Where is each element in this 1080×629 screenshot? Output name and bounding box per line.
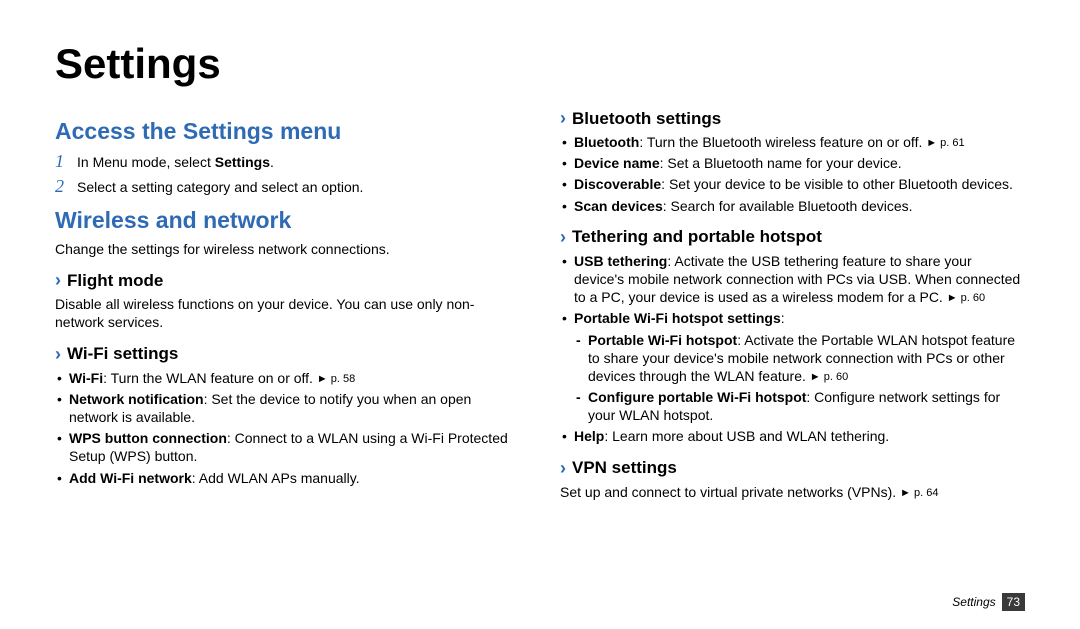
subhead-label: Wi-Fi settings bbox=[67, 344, 178, 364]
subhead-wifi-settings: › Wi-Fi settings bbox=[55, 344, 520, 365]
subhead-label: Tethering and portable hotspot bbox=[572, 227, 822, 247]
subhead-flight-mode: › Flight mode bbox=[55, 270, 520, 291]
section-access-heading: Access the Settings menu bbox=[55, 118, 520, 145]
step-text: In Menu mode, select Settings. bbox=[77, 154, 274, 170]
text-bold: Portable Wi-Fi hotspot bbox=[588, 332, 737, 348]
page-ref: ► p. 64 bbox=[900, 487, 938, 499]
text-bold: Network notification bbox=[69, 391, 204, 407]
text-bold: Discoverable bbox=[574, 176, 661, 192]
text-bold: Portable Wi-Fi hotspot settings bbox=[574, 310, 781, 326]
wifi-bullets: Wi-Fi: Turn the WLAN feature on or off. … bbox=[55, 369, 520, 487]
chevron-right-icon: › bbox=[560, 227, 566, 248]
list-item: Scan devices: Search for available Bluet… bbox=[560, 197, 1025, 215]
list-item: Portable Wi-Fi hotspot settings: Portabl… bbox=[560, 309, 1025, 424]
chevron-right-icon: › bbox=[55, 344, 61, 365]
text-bold: Scan devices bbox=[574, 198, 663, 214]
list-item: Add Wi-Fi network: Add WLAN APs manually… bbox=[55, 469, 520, 487]
subhead-vpn: › VPN settings bbox=[560, 458, 1025, 479]
footer-page-number: 73 bbox=[1002, 593, 1025, 611]
step-number: 2 bbox=[55, 176, 77, 197]
flight-mode-body: Disable all wireless functions on your d… bbox=[55, 295, 520, 331]
text-bold: Wi-Fi bbox=[69, 370, 103, 386]
list-item: Network notification: Set the device to … bbox=[55, 390, 520, 426]
section-wireless-heading: Wireless and network bbox=[55, 207, 520, 234]
list-item: WPS button connection: Connect to a WLAN… bbox=[55, 429, 520, 465]
text-run: : Add WLAN APs manually. bbox=[192, 470, 360, 486]
text-bold: Configure portable Wi-Fi hotspot bbox=[588, 389, 806, 405]
content-columns: Access the Settings menu 1 In Menu mode,… bbox=[55, 108, 1025, 505]
page-footer: Settings 73 bbox=[952, 593, 1025, 611]
list-item: USB tethering: Activate the USB tetherin… bbox=[560, 252, 1025, 307]
list-item: Help: Learn more about USB and WLAN teth… bbox=[560, 427, 1025, 445]
list-item: 2 Select a setting category and select a… bbox=[55, 176, 520, 197]
page-ref: ► p. 60 bbox=[947, 292, 985, 304]
text-run: : Set your device to be visible to other… bbox=[661, 176, 1013, 192]
list-item: Portable Wi-Fi hotspot: Activate the Por… bbox=[574, 331, 1025, 386]
portable-sub-bullets: Portable Wi-Fi hotspot: Activate the Por… bbox=[574, 331, 1025, 425]
text-bold: WPS button connection bbox=[69, 430, 227, 446]
list-item: Bluetooth: Turn the Bluetooth wireless f… bbox=[560, 133, 1025, 151]
text-run: : Turn the Bluetooth wireless feature on… bbox=[639, 134, 926, 150]
text-run: : Set a Bluetooth name for your device. bbox=[660, 155, 902, 171]
list-item: 1 In Menu mode, select Settings. bbox=[55, 151, 520, 172]
bluetooth-bullets: Bluetooth: Turn the Bluetooth wireless f… bbox=[560, 133, 1025, 215]
chevron-right-icon: › bbox=[560, 458, 566, 479]
text-bold: Bluetooth bbox=[574, 134, 639, 150]
page-ref: ► p. 61 bbox=[926, 137, 964, 149]
vpn-body: Set up and connect to virtual private ne… bbox=[560, 483, 1025, 501]
text-run: In Menu mode, select bbox=[77, 154, 215, 170]
subhead-label: VPN settings bbox=[572, 458, 677, 478]
text-run: . bbox=[270, 154, 274, 170]
text-bold: Help bbox=[574, 428, 604, 444]
text-run: : Search for available Bluetooth devices… bbox=[663, 198, 913, 214]
left-column: Access the Settings menu 1 In Menu mode,… bbox=[55, 108, 520, 505]
tether-bullets: USB tethering: Activate the USB tetherin… bbox=[560, 252, 1025, 446]
text-bold: Add Wi-Fi network bbox=[69, 470, 192, 486]
page-title: Settings bbox=[55, 40, 1025, 88]
subhead-tethering: › Tethering and portable hotspot bbox=[560, 227, 1025, 248]
chevron-right-icon: › bbox=[560, 108, 566, 129]
chevron-right-icon: › bbox=[55, 270, 61, 291]
text-run: : Learn more about USB and WLAN tetherin… bbox=[604, 428, 889, 444]
list-item: Configure portable Wi-Fi hotspot: Config… bbox=[574, 388, 1025, 424]
subhead-bluetooth: › Bluetooth settings bbox=[560, 108, 1025, 129]
list-item: Wi-Fi: Turn the WLAN feature on or off. … bbox=[55, 369, 520, 387]
text-bold: Device name bbox=[574, 155, 660, 171]
subhead-label: Bluetooth settings bbox=[572, 109, 721, 129]
list-item: Device name: Set a Bluetooth name for yo… bbox=[560, 154, 1025, 172]
footer-label: Settings bbox=[952, 595, 995, 609]
subhead-label: Flight mode bbox=[67, 271, 163, 291]
access-steps: 1 In Menu mode, select Settings. 2 Selec… bbox=[55, 151, 520, 197]
step-number: 1 bbox=[55, 151, 77, 172]
wireless-intro: Change the settings for wireless network… bbox=[55, 240, 520, 258]
text-bold: Settings bbox=[215, 154, 270, 170]
right-column: › Bluetooth settings Bluetooth: Turn the… bbox=[560, 108, 1025, 505]
step-text: Select a setting category and select an … bbox=[77, 179, 363, 195]
text-bold: USB tethering bbox=[574, 253, 667, 269]
list-item: Discoverable: Set your device to be visi… bbox=[560, 175, 1025, 193]
text-run: Set up and connect to virtual private ne… bbox=[560, 484, 900, 500]
text-run: : Turn the WLAN feature on or off. bbox=[103, 370, 317, 386]
page-ref: ► p. 60 bbox=[810, 371, 848, 383]
page-ref: ► p. 58 bbox=[317, 373, 355, 385]
